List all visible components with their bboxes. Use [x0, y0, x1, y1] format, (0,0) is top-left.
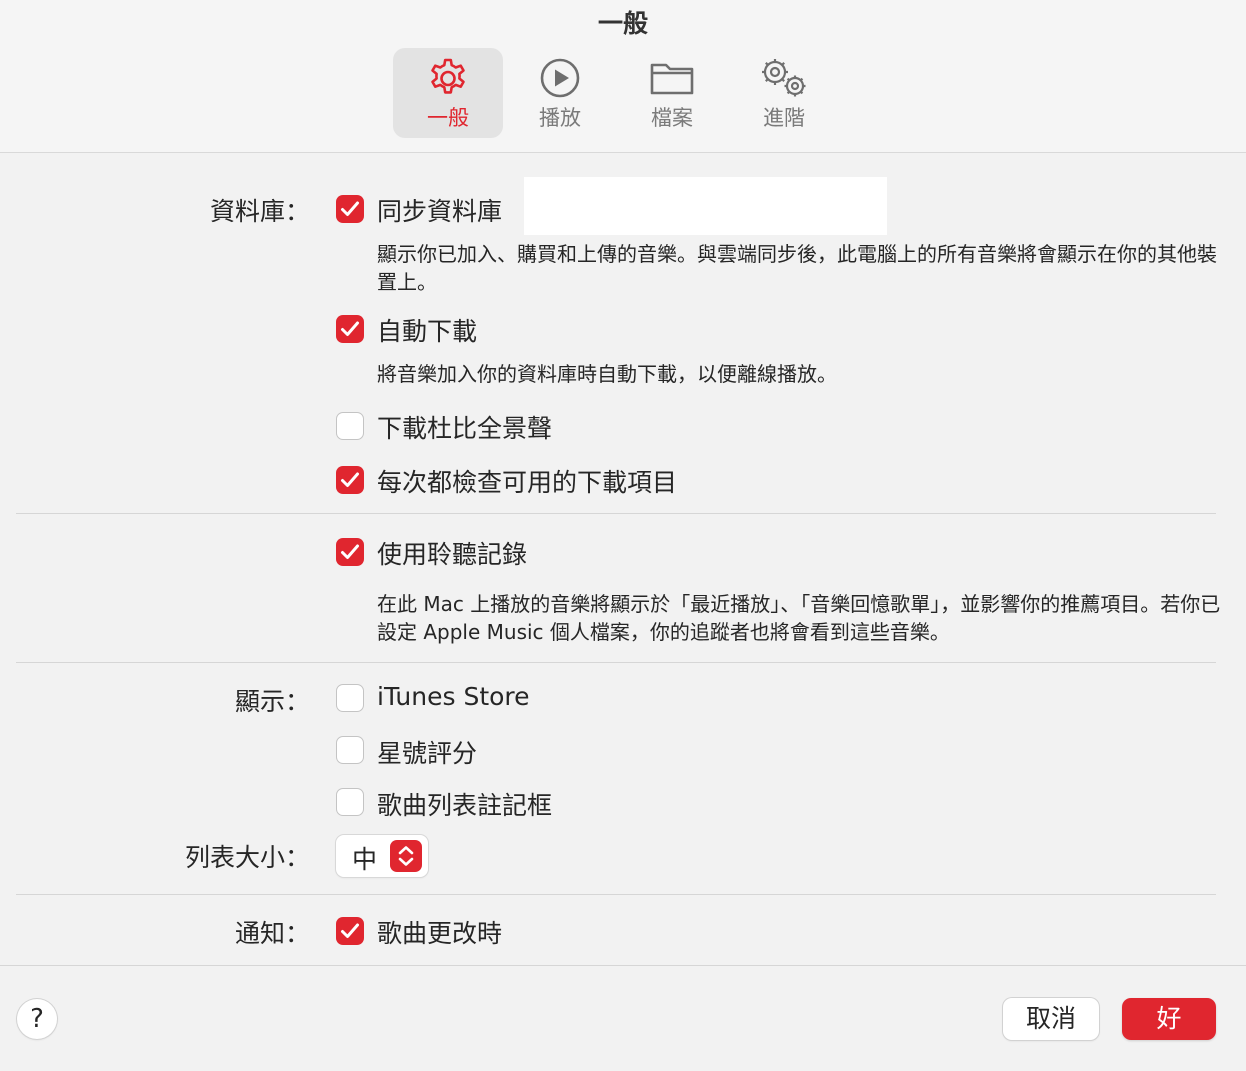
dolby-atmos-label: 下載杜比全景聲 [377, 414, 553, 443]
play-circle-icon [540, 58, 580, 98]
star-ratings-label: 星號評分 [377, 739, 478, 768]
toolbar: 一般 一般 播放 檔案 進階 [0, 0, 1246, 153]
list-size-label: 列表大小： [184, 843, 310, 872]
sync-library-description: 顯示你已加入、購買和上傳的音樂。與雲端同步後，此電腦上的所有音樂將會顯示在你的其… [377, 242, 1217, 294]
listening-history-label: 使用聆聽記錄 [377, 540, 528, 569]
itunes-store-label: iTunes Store [377, 682, 530, 711]
checkmark-icon [341, 321, 359, 336]
folder-icon [650, 63, 694, 95]
listening-history-checkbox[interactable] [336, 538, 364, 566]
library-label: 資料庫： [209, 197, 310, 226]
checkmark-icon [341, 923, 359, 938]
song-list-checkboxes-checkbox[interactable] [336, 788, 364, 816]
tab-advanced[interactable]: 進階 [729, 48, 839, 138]
blank-area [524, 177, 887, 235]
tab-files-label: 檔案 [651, 106, 693, 130]
listening-history-description: 在此 Mac 上播放的音樂將顯示於「最近播放」、「音樂回憶歌單」，並影響你的推薦… [377, 592, 1221, 644]
divider [16, 513, 1216, 514]
checkmark-icon [341, 472, 359, 487]
itunes-store-checkbox[interactable] [336, 684, 364, 712]
dolby-atmos-checkbox[interactable] [336, 412, 364, 440]
help-button[interactable]: ? [17, 999, 57, 1039]
sync-library-checkbox[interactable] [336, 195, 364, 223]
tab-playback[interactable]: 播放 [505, 48, 615, 138]
auto-download-label: 自動下載 [377, 317, 478, 346]
auto-download-checkbox[interactable] [336, 315, 364, 343]
list-size-select[interactable]: 中 [336, 835, 428, 877]
checkmark-icon [341, 201, 359, 216]
divider [16, 894, 1216, 895]
tab-files[interactable]: 檔案 [617, 48, 727, 138]
window-title: 一般 [597, 9, 648, 38]
cancel-button[interactable]: 取消 [1003, 998, 1099, 1040]
tab-general-label: 一般 [427, 106, 469, 130]
display-label: 顯示： [234, 687, 310, 716]
song-changes-checkbox[interactable] [336, 917, 364, 945]
song-list-checkboxes-label: 歌曲列表註記框 [377, 791, 553, 820]
tab-playback-label: 播放 [539, 106, 581, 130]
ok-button[interactable]: 好 [1122, 998, 1216, 1040]
list-size-value: 中 [352, 845, 378, 874]
gear-icon [431, 58, 465, 94]
check-downloads-label: 每次都檢查可用的下載項目 [377, 468, 678, 497]
gears-icon [762, 59, 806, 97]
footer: ? 取消 好 [0, 965, 1246, 1071]
notifications-label: 通知： [234, 919, 310, 948]
star-ratings-checkbox[interactable] [336, 736, 364, 764]
sync-library-label: 同步資料庫 [377, 197, 503, 226]
checkmark-icon [341, 544, 359, 559]
tab-advanced-label: 進階 [763, 106, 805, 130]
tab-general[interactable]: 一般 [393, 48, 503, 138]
up-down-chevron-icon [390, 840, 422, 872]
song-changes-label: 歌曲更改時 [377, 919, 503, 948]
divider [16, 662, 1216, 663]
auto-download-description: 將音樂加入你的資料庫時自動下載，以便離線播放。 [377, 362, 837, 386]
check-downloads-checkbox[interactable] [336, 466, 364, 494]
general-settings-panel: 資料庫： 同步資料庫 顯示你已加入、購買和上傳的音樂。與雲端同步後，此電腦上的所… [0, 153, 1246, 964]
